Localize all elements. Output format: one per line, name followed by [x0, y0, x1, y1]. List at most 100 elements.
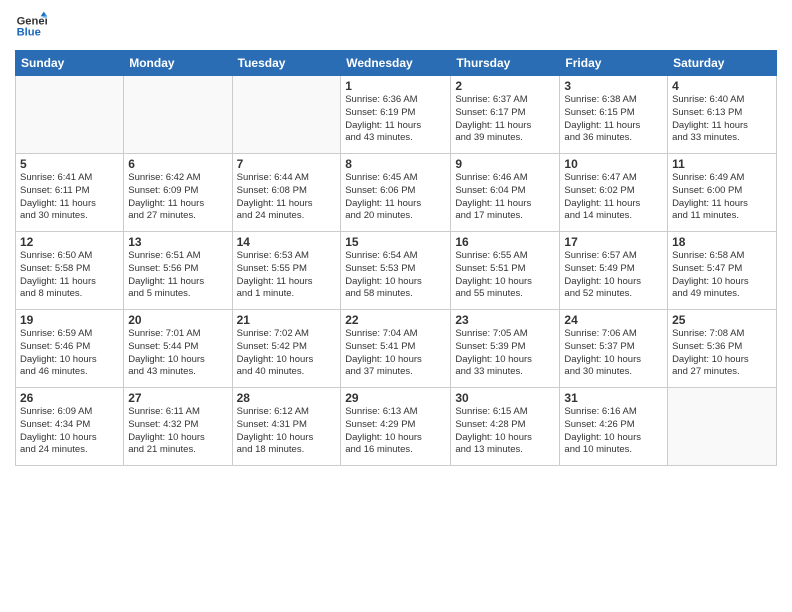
day-info: Sunrise: 7:02 AM Sunset: 5:42 PM Dayligh… — [237, 328, 337, 379]
day-info: Sunrise: 7:01 AM Sunset: 5:44 PM Dayligh… — [128, 328, 227, 379]
day-number: 11 — [672, 157, 772, 171]
calendar-cell: 28Sunrise: 6:12 AM Sunset: 4:31 PM Dayli… — [232, 388, 341, 466]
day-number: 2 — [455, 79, 555, 93]
calendar-cell: 25Sunrise: 7:08 AM Sunset: 5:36 PM Dayli… — [668, 310, 777, 388]
day-info: Sunrise: 6:12 AM Sunset: 4:31 PM Dayligh… — [237, 406, 337, 457]
day-info: Sunrise: 6:37 AM Sunset: 6:17 PM Dayligh… — [455, 94, 555, 145]
day-number: 5 — [20, 157, 119, 171]
day-info: Sunrise: 6:49 AM Sunset: 6:00 PM Dayligh… — [672, 172, 772, 223]
day-number: 8 — [345, 157, 446, 171]
calendar-cell: 13Sunrise: 6:51 AM Sunset: 5:56 PM Dayli… — [124, 232, 232, 310]
calendar-cell: 7Sunrise: 6:44 AM Sunset: 6:08 PM Daylig… — [232, 154, 341, 232]
calendar-week-5: 26Sunrise: 6:09 AM Sunset: 4:34 PM Dayli… — [16, 388, 777, 466]
day-number: 12 — [20, 235, 119, 249]
calendar-cell — [668, 388, 777, 466]
calendar-cell: 1Sunrise: 6:36 AM Sunset: 6:19 PM Daylig… — [341, 76, 451, 154]
calendar-week-1: 1Sunrise: 6:36 AM Sunset: 6:19 PM Daylig… — [16, 76, 777, 154]
day-number: 6 — [128, 157, 227, 171]
day-number: 22 — [345, 313, 446, 327]
calendar-week-3: 12Sunrise: 6:50 AM Sunset: 5:58 PM Dayli… — [16, 232, 777, 310]
day-info: Sunrise: 6:57 AM Sunset: 5:49 PM Dayligh… — [564, 250, 663, 301]
day-number: 21 — [237, 313, 337, 327]
calendar-cell: 9Sunrise: 6:46 AM Sunset: 6:04 PM Daylig… — [451, 154, 560, 232]
day-info: Sunrise: 6:41 AM Sunset: 6:11 PM Dayligh… — [20, 172, 119, 223]
day-info: Sunrise: 6:51 AM Sunset: 5:56 PM Dayligh… — [128, 250, 227, 301]
weekday-header-sunday: Sunday — [16, 51, 124, 76]
day-info: Sunrise: 7:08 AM Sunset: 5:36 PM Dayligh… — [672, 328, 772, 379]
calendar-cell: 15Sunrise: 6:54 AM Sunset: 5:53 PM Dayli… — [341, 232, 451, 310]
day-info: Sunrise: 7:04 AM Sunset: 5:41 PM Dayligh… — [345, 328, 446, 379]
day-number: 24 — [564, 313, 663, 327]
day-info: Sunrise: 6:42 AM Sunset: 6:09 PM Dayligh… — [128, 172, 227, 223]
day-number: 16 — [455, 235, 555, 249]
calendar-cell — [124, 76, 232, 154]
calendar-cell: 10Sunrise: 6:47 AM Sunset: 6:02 PM Dayli… — [560, 154, 668, 232]
calendar-cell: 4Sunrise: 6:40 AM Sunset: 6:13 PM Daylig… — [668, 76, 777, 154]
calendar-cell: 31Sunrise: 6:16 AM Sunset: 4:26 PM Dayli… — [560, 388, 668, 466]
weekday-header-friday: Friday — [560, 51, 668, 76]
day-info: Sunrise: 6:11 AM Sunset: 4:32 PM Dayligh… — [128, 406, 227, 457]
logo-icon: General Blue — [15, 10, 47, 42]
calendar-cell: 17Sunrise: 6:57 AM Sunset: 5:49 PM Dayli… — [560, 232, 668, 310]
calendar-cell: 30Sunrise: 6:15 AM Sunset: 4:28 PM Dayli… — [451, 388, 560, 466]
page-header: General Blue — [15, 10, 777, 42]
calendar-cell: 12Sunrise: 6:50 AM Sunset: 5:58 PM Dayli… — [16, 232, 124, 310]
day-info: Sunrise: 7:06 AM Sunset: 5:37 PM Dayligh… — [564, 328, 663, 379]
day-number: 30 — [455, 391, 555, 405]
calendar-cell — [16, 76, 124, 154]
calendar-cell: 5Sunrise: 6:41 AM Sunset: 6:11 PM Daylig… — [16, 154, 124, 232]
day-number: 9 — [455, 157, 555, 171]
day-info: Sunrise: 6:36 AM Sunset: 6:19 PM Dayligh… — [345, 94, 446, 145]
day-number: 18 — [672, 235, 772, 249]
calendar-week-2: 5Sunrise: 6:41 AM Sunset: 6:11 PM Daylig… — [16, 154, 777, 232]
day-info: Sunrise: 6:59 AM Sunset: 5:46 PM Dayligh… — [20, 328, 119, 379]
day-number: 27 — [128, 391, 227, 405]
day-number: 25 — [672, 313, 772, 327]
day-info: Sunrise: 6:45 AM Sunset: 6:06 PM Dayligh… — [345, 172, 446, 223]
day-number: 4 — [672, 79, 772, 93]
calendar-cell: 23Sunrise: 7:05 AM Sunset: 5:39 PM Dayli… — [451, 310, 560, 388]
day-number: 29 — [345, 391, 446, 405]
calendar-cell: 21Sunrise: 7:02 AM Sunset: 5:42 PM Dayli… — [232, 310, 341, 388]
day-number: 20 — [128, 313, 227, 327]
weekday-header-thursday: Thursday — [451, 51, 560, 76]
day-number: 7 — [237, 157, 337, 171]
calendar-cell: 18Sunrise: 6:58 AM Sunset: 5:47 PM Dayli… — [668, 232, 777, 310]
weekday-header-saturday: Saturday — [668, 51, 777, 76]
weekday-header-wednesday: Wednesday — [341, 51, 451, 76]
calendar-cell: 3Sunrise: 6:38 AM Sunset: 6:15 PM Daylig… — [560, 76, 668, 154]
logo: General Blue — [15, 10, 47, 42]
weekday-header-tuesday: Tuesday — [232, 51, 341, 76]
day-info: Sunrise: 6:38 AM Sunset: 6:15 PM Dayligh… — [564, 94, 663, 145]
day-info: Sunrise: 6:15 AM Sunset: 4:28 PM Dayligh… — [455, 406, 555, 457]
day-number: 15 — [345, 235, 446, 249]
day-number: 14 — [237, 235, 337, 249]
day-info: Sunrise: 6:50 AM Sunset: 5:58 PM Dayligh… — [20, 250, 119, 301]
calendar-week-4: 19Sunrise: 6:59 AM Sunset: 5:46 PM Dayli… — [16, 310, 777, 388]
day-info: Sunrise: 6:13 AM Sunset: 4:29 PM Dayligh… — [345, 406, 446, 457]
day-info: Sunrise: 6:58 AM Sunset: 5:47 PM Dayligh… — [672, 250, 772, 301]
calendar-cell: 16Sunrise: 6:55 AM Sunset: 5:51 PM Dayli… — [451, 232, 560, 310]
day-number: 31 — [564, 391, 663, 405]
calendar-cell: 8Sunrise: 6:45 AM Sunset: 6:06 PM Daylig… — [341, 154, 451, 232]
day-info: Sunrise: 6:09 AM Sunset: 4:34 PM Dayligh… — [20, 406, 119, 457]
svg-text:Blue: Blue — [17, 27, 41, 39]
day-number: 23 — [455, 313, 555, 327]
day-number: 28 — [237, 391, 337, 405]
day-number: 3 — [564, 79, 663, 93]
day-number: 17 — [564, 235, 663, 249]
calendar-table: SundayMondayTuesdayWednesdayThursdayFrid… — [15, 50, 777, 466]
day-info: Sunrise: 6:16 AM Sunset: 4:26 PM Dayligh… — [564, 406, 663, 457]
day-info: Sunrise: 6:55 AM Sunset: 5:51 PM Dayligh… — [455, 250, 555, 301]
calendar-cell — [232, 76, 341, 154]
calendar-cell: 24Sunrise: 7:06 AM Sunset: 5:37 PM Dayli… — [560, 310, 668, 388]
day-info: Sunrise: 6:53 AM Sunset: 5:55 PM Dayligh… — [237, 250, 337, 301]
calendar-cell: 26Sunrise: 6:09 AM Sunset: 4:34 PM Dayli… — [16, 388, 124, 466]
calendar-cell: 19Sunrise: 6:59 AM Sunset: 5:46 PM Dayli… — [16, 310, 124, 388]
day-info: Sunrise: 6:54 AM Sunset: 5:53 PM Dayligh… — [345, 250, 446, 301]
calendar-cell: 29Sunrise: 6:13 AM Sunset: 4:29 PM Dayli… — [341, 388, 451, 466]
calendar-cell: 14Sunrise: 6:53 AM Sunset: 5:55 PM Dayli… — [232, 232, 341, 310]
day-number: 26 — [20, 391, 119, 405]
calendar-cell: 6Sunrise: 6:42 AM Sunset: 6:09 PM Daylig… — [124, 154, 232, 232]
weekday-header-row: SundayMondayTuesdayWednesdayThursdayFrid… — [16, 51, 777, 76]
